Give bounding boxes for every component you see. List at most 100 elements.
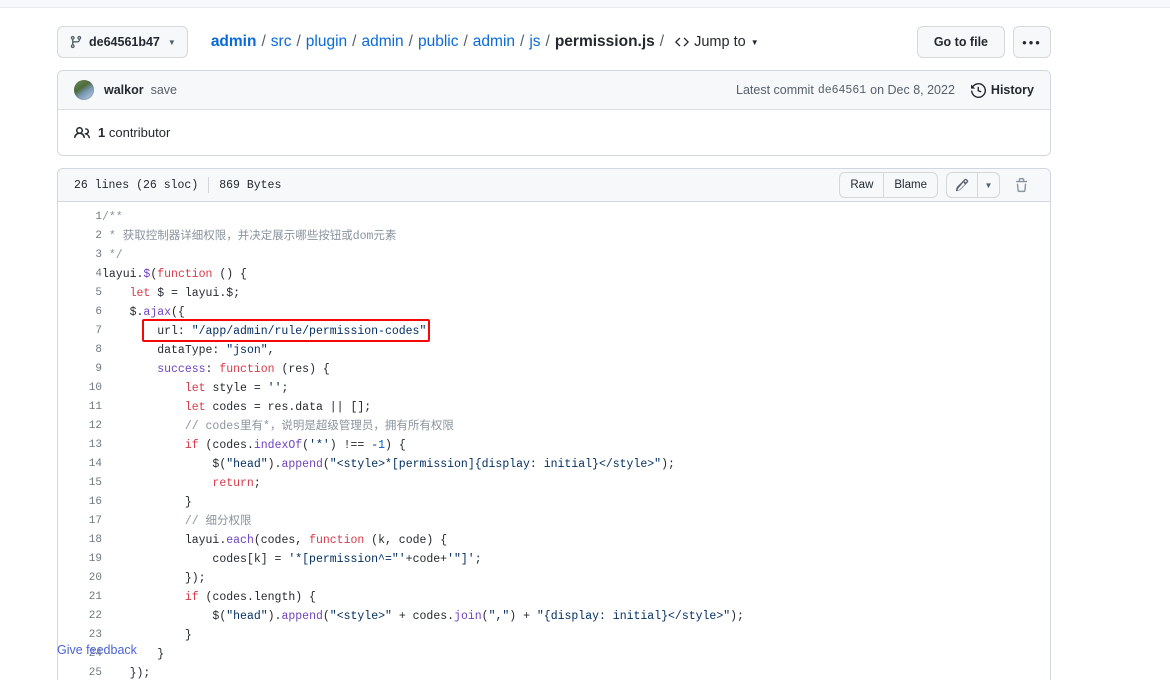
go-to-file-button[interactable]: Go to file — [916, 26, 1005, 58]
breadcrumb-item-1[interactable]: src — [271, 33, 292, 51]
code-line: 6 $.ajax({ — [58, 303, 1050, 322]
give-feedback-link[interactable]: Give feedback — [57, 643, 137, 657]
breadcrumb-current-file: permission.js — [554, 33, 655, 50]
raw-blame-group: Raw Blame — [839, 172, 938, 198]
stats-divider — [208, 177, 210, 193]
line-number[interactable]: 9 — [58, 360, 102, 379]
code-line: 23 } — [58, 626, 1050, 645]
code-line: 17 // 细分权限 — [58, 512, 1050, 531]
line-code: if (codes.length) { — [184, 591, 316, 604]
header-actions: Go to file ••• — [916, 26, 1051, 58]
line-number[interactable]: 13 — [58, 436, 102, 455]
code-line: 7 url: "/app/admin/rule/permission-codes… — [58, 322, 1050, 341]
line-number[interactable]: 3 — [58, 246, 102, 265]
breadcrumb-separator: / — [545, 33, 550, 50]
line-code: if (codes.indexOf('*') !== -1) { — [184, 439, 406, 452]
file-line-count: 26 lines (26 sloc) — [74, 178, 199, 192]
breadcrumb-item-6[interactable]: js — [529, 33, 540, 51]
line-number[interactable]: 18 — [58, 531, 102, 550]
breadcrumb-item-2[interactable]: plugin — [306, 33, 347, 51]
breadcrumb-item-3[interactable]: admin — [361, 33, 403, 51]
line-number[interactable]: 21 — [58, 588, 102, 607]
code-line: 13 if (codes.indexOf('*') !== -1) { — [58, 436, 1050, 455]
line-code: // 细分权限 — [102, 515, 252, 528]
line-number[interactable]: 20 — [58, 569, 102, 588]
line-number[interactable]: 10 — [58, 379, 102, 398]
commit-sha-link[interactable]: de64561 — [818, 84, 866, 97]
line-code: }); — [102, 572, 206, 585]
code-line: 9 success: function (res) { — [58, 360, 1050, 379]
blame-button[interactable]: Blame — [884, 172, 938, 198]
breadcrumb-item-0[interactable]: admin — [211, 33, 257, 51]
contributor-count-label: 1 contributor — [98, 125, 170, 140]
breadcrumb-separator: / — [408, 33, 413, 50]
code-line: 20 }); — [58, 569, 1050, 588]
contributor-word: contributor — [108, 125, 171, 140]
code-table: 1/** 2 * 获取控制器详细权限，并决定展示哪些按钮或dom元素 3 */4 la… — [58, 208, 1050, 680]
line-number[interactable]: 16 — [58, 493, 102, 512]
github-file-view: de64561b47 ▼ admin / src / plugin / admi… — [0, 0, 1170, 680]
edit-options-caret[interactable]: ▼ — [978, 172, 1000, 198]
history-button[interactable]: History — [970, 82, 1034, 98]
line-code: * 获取控制器详细权限，并决定展示哪些按钮或dom元素 — [102, 230, 397, 243]
commit-author-link[interactable]: walkor — [104, 83, 144, 97]
jump-to-label: Jump to — [694, 34, 746, 50]
breadcrumb-item-5[interactable]: admin — [473, 33, 515, 51]
file-toolbar: 26 lines (26 sloc) 869 Bytes Raw Blame ▼ — [58, 169, 1050, 202]
line-number[interactable]: 15 — [58, 474, 102, 493]
line-code: layui.$(function () { — [102, 268, 247, 281]
code-line: 8 dataType: "json", — [58, 341, 1050, 360]
contributors-row[interactable]: 1 contributor — [58, 110, 1050, 155]
code-content: 1/** 2 * 获取控制器详细权限，并决定展示哪些按钮或dom元素 3 */4 la… — [58, 202, 1050, 680]
line-number[interactable]: 4 — [58, 265, 102, 284]
breadcrumb: admin / src / plugin / admin / public / … — [211, 33, 759, 51]
jump-to-button[interactable]: Jump to ▼ — [675, 34, 759, 50]
line-code: } — [102, 629, 192, 642]
code-line: 15 return; — [58, 474, 1050, 493]
line-number[interactable]: 25 — [58, 664, 102, 680]
line-number[interactable]: 19 — [58, 550, 102, 569]
code-line: 25 }); — [58, 664, 1050, 680]
line-number[interactable]: 17 — [58, 512, 102, 531]
line-code: layui.each(codes, function (k, code) { — [102, 534, 448, 547]
line-code: $("head").append("<style>*[permission]{d… — [102, 458, 675, 471]
line-code: } — [102, 648, 165, 661]
line-code: } — [102, 496, 192, 509]
edit-file-button[interactable] — [946, 172, 978, 198]
raw-button[interactable]: Raw — [839, 172, 885, 198]
line-code: return; — [212, 477, 261, 490]
line-number[interactable]: 6 — [58, 303, 102, 322]
git-branch-icon — [69, 35, 83, 49]
breadcrumb-separator: / — [296, 33, 301, 50]
branch-selector-button[interactable]: de64561b47 ▼ — [57, 26, 188, 58]
line-number[interactable]: 1 — [58, 208, 102, 227]
line-code: success: function (res) { — [157, 363, 330, 376]
code-line: 10 let style = ''; — [58, 379, 1050, 398]
line-number[interactable]: 22 — [58, 607, 102, 626]
breadcrumb-item-4[interactable]: public — [418, 33, 459, 51]
more-options-button[interactable]: ••• — [1013, 26, 1051, 58]
code-line: 3 */ — [58, 246, 1050, 265]
line-code: $("head").append("<style>" + codes.join(… — [102, 610, 744, 623]
code-line: 19 codes[k] = '*[permission^="'+code+'"]… — [58, 550, 1050, 569]
line-number[interactable]: 2 — [58, 227, 102, 246]
commit-card: walkor save Latest commit de64561 on Dec… — [57, 70, 1051, 156]
line-code: */ — [102, 249, 123, 262]
pencil-icon — [955, 178, 969, 192]
file-tools: Raw Blame ▼ — [839, 172, 1034, 198]
line-number[interactable]: 7 — [58, 322, 102, 341]
code-line: 12 // codes里有*，说明是超级管理员，拥有所有权限 — [58, 417, 1050, 436]
line-number[interactable]: 8 — [58, 341, 102, 360]
code-line: 24 } — [58, 645, 1050, 664]
line-number[interactable]: 14 — [58, 455, 102, 474]
code-line: 11 let codes = res.data || []; — [58, 398, 1050, 417]
line-number[interactable]: 11 — [58, 398, 102, 417]
line-number[interactable]: 5 — [58, 284, 102, 303]
breadcrumb-separator: / — [659, 33, 665, 50]
avatar[interactable] — [74, 80, 94, 100]
line-number[interactable]: 12 — [58, 417, 102, 436]
delete-file-button[interactable] — [1008, 172, 1034, 198]
commit-message-link[interactable]: save — [151, 83, 177, 97]
code-line: 21 if (codes.length) { — [58, 588, 1050, 607]
branch-name-label: de64561b47 — [89, 35, 160, 49]
